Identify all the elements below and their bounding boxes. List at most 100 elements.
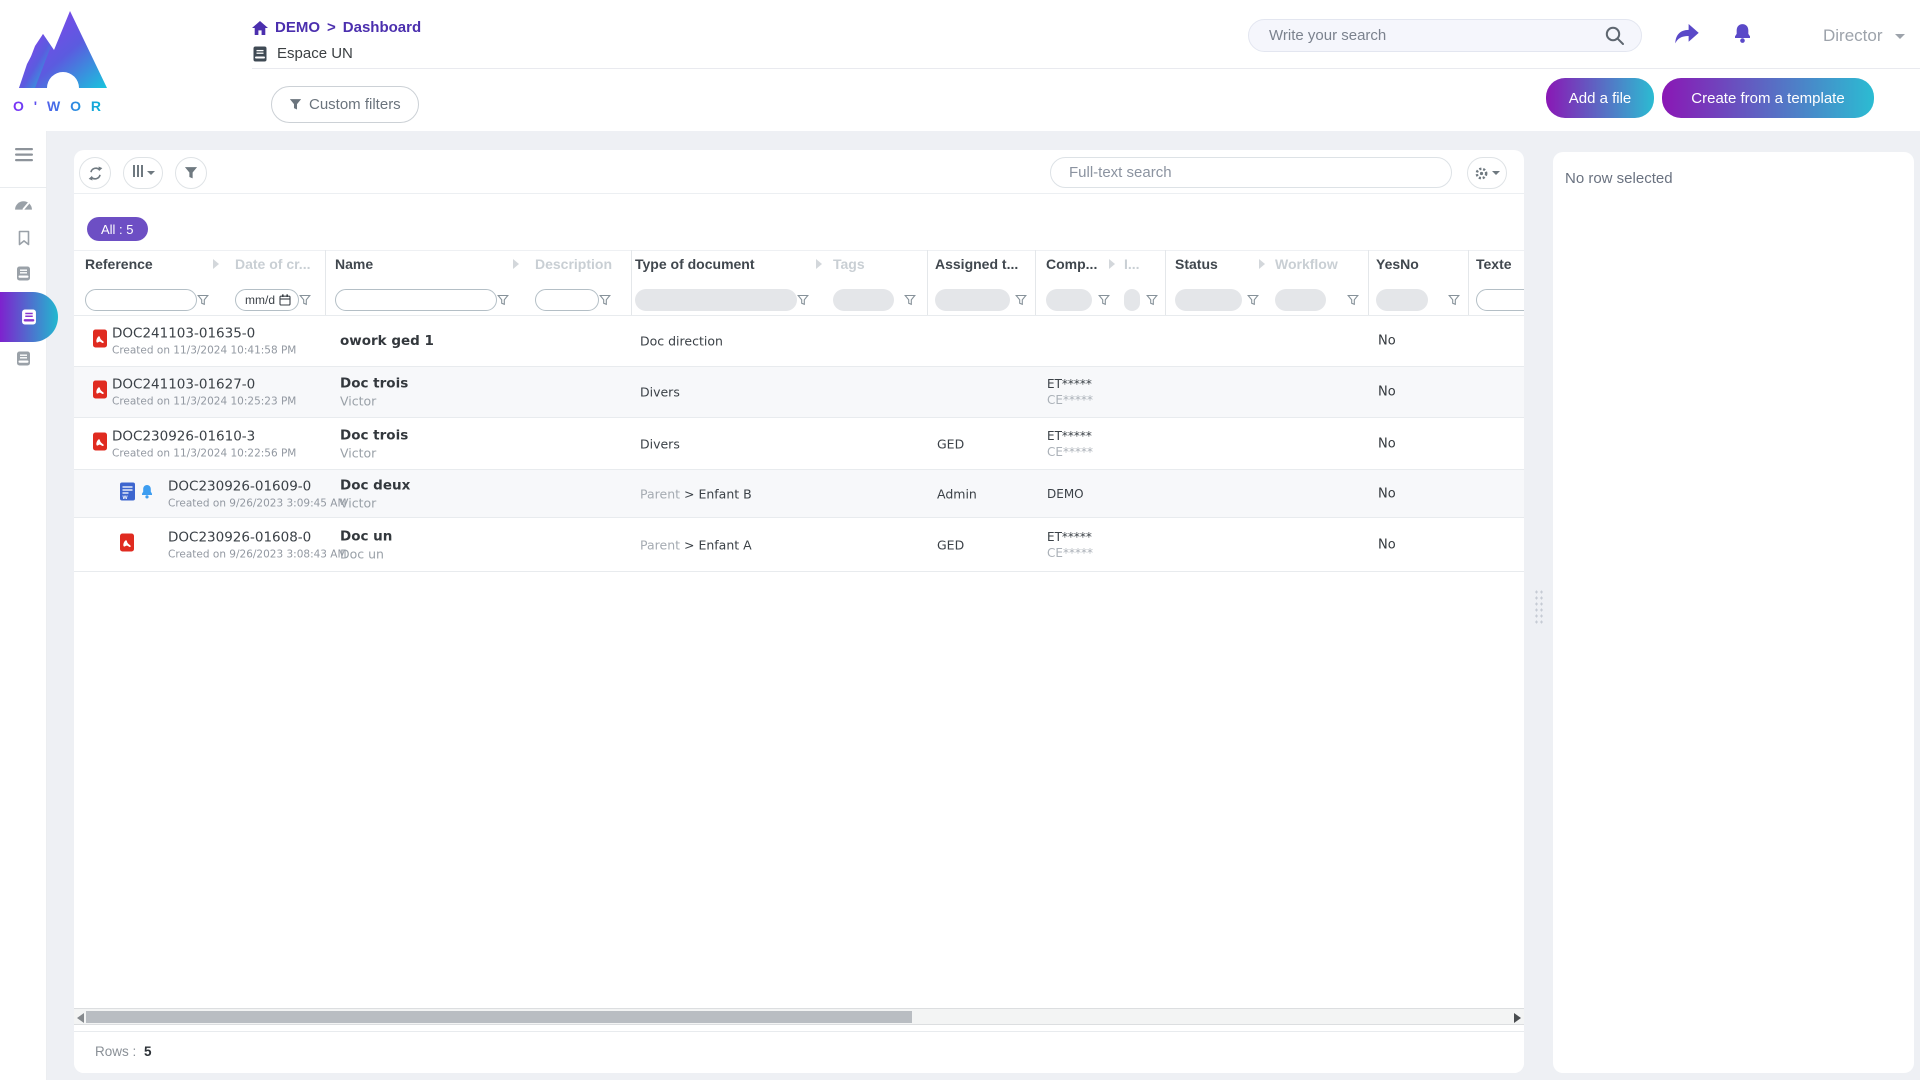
- table-row[interactable]: DOC241103-01635-0Created on 11/3/2024 10…: [74, 316, 1524, 367]
- funnel-icon: [184, 166, 198, 180]
- documents-table-card: All : 5 Reference Date of cr... Name Descri…: [74, 150, 1524, 1073]
- table-row[interactable]: DOC241103-01627-0Created on 11/3/2024 10…: [74, 367, 1524, 418]
- sidebar-item-library[interactable]: [0, 258, 47, 288]
- create-template-button[interactable]: Create from a template: [1662, 78, 1874, 118]
- filter-input-date[interactable]: mm/d: [235, 289, 299, 311]
- cell-name: Doc troisVictor: [340, 376, 408, 409]
- home-icon[interactable]: [252, 21, 268, 35]
- pdf-file-icon: [93, 432, 107, 455]
- column-filter-funnel-icon[interactable]: [1247, 293, 1259, 311]
- refresh-icon: [87, 165, 104, 182]
- filter-input-reference[interactable]: [85, 289, 197, 311]
- column-filter-funnel-icon[interactable]: [497, 293, 509, 311]
- top-header: O ' W O R K DEMO > Dashboard Espace UN: [0, 0, 1920, 131]
- breadcrumb-root[interactable]: DEMO: [275, 19, 320, 36]
- fulltext-search-input[interactable]: [1069, 158, 1429, 187]
- global-search-input[interactable]: [1269, 20, 1599, 51]
- rows-count: 5: [144, 1044, 152, 1059]
- filter-input-workflow: [1275, 289, 1326, 311]
- column-header-tags[interactable]: Tags: [833, 256, 865, 272]
- created-text: Created on 9/26/2023 3:08:43 AM: [168, 548, 347, 560]
- sidebar-item-bookmarks[interactable]: [0, 223, 47, 253]
- column-header-status[interactable]: Status: [1175, 256, 1218, 272]
- table-row[interactable]: DOC230926-01608-0Created on 9/26/2023 3:…: [74, 518, 1524, 572]
- table-row[interactable]: DOC230926-01610-3Created on 11/3/2024 10…: [74, 418, 1524, 470]
- user-menu[interactable]: Director: [1823, 26, 1905, 46]
- sidebar-item-documents-active[interactable]: [0, 292, 58, 342]
- app-logo[interactable]: O ' W O R K: [13, 6, 109, 126]
- column-filter-funnel-icon[interactable]: [1015, 293, 1027, 311]
- cell-assigned: Admin: [937, 486, 977, 501]
- svg-text:w: w: [122, 494, 129, 501]
- name-text: Doc un: [340, 528, 392, 544]
- horizontal-scrollbar[interactable]: [74, 1008, 1524, 1025]
- column-header-date[interactable]: Date of cr...: [235, 256, 310, 272]
- column-filter-funnel-icon[interactable]: [599, 293, 611, 311]
- scrollbar-thumb[interactable]: [86, 1011, 912, 1023]
- column-header-description[interactable]: Description: [535, 256, 612, 272]
- pdf-file-icon: [120, 533, 134, 556]
- column-filter-funnel-icon[interactable]: [1098, 293, 1110, 311]
- column-filter-funnel-icon[interactable]: [299, 293, 311, 311]
- cell-company: ET*****CE*****: [1047, 377, 1093, 407]
- funnel-icon: [497, 294, 509, 306]
- column-filter-funnel-icon[interactable]: [1146, 293, 1158, 311]
- column-filter-funnel-icon[interactable]: [197, 293, 209, 311]
- sidebar: [0, 131, 47, 1080]
- filter-input-description[interactable]: [535, 289, 599, 311]
- column-filter-funnel-icon[interactable]: [1347, 293, 1359, 311]
- refresh-button[interactable]: [79, 157, 111, 189]
- type-text: > Enfant A: [684, 537, 752, 552]
- column-header-reference[interactable]: Reference: [85, 256, 153, 272]
- breadcrumb-current[interactable]: Dashboard: [343, 19, 421, 36]
- table-row[interactable]: wDOC230926-01609-0Created on 9/26/2023 3…: [74, 470, 1524, 518]
- sidebar-item-archive[interactable]: [0, 343, 47, 373]
- column-filter-funnel-icon[interactable]: [904, 293, 916, 311]
- table-settings-button[interactable]: [1467, 157, 1507, 189]
- scroll-left-arrow-icon[interactable]: [77, 1013, 84, 1023]
- name-subtext: Victor: [340, 445, 408, 460]
- column-filter-funnel-icon[interactable]: [1448, 293, 1460, 311]
- column-filter-funnel-icon[interactable]: [797, 293, 809, 311]
- column-header-texte[interactable]: Texte: [1476, 256, 1512, 272]
- share-icon[interactable]: [1674, 23, 1700, 50]
- funnel-icon: [1347, 294, 1359, 306]
- search-icon[interactable]: [1604, 25, 1626, 47]
- column-header-i[interactable]: I...: [1124, 256, 1140, 272]
- reference-text: DOC230926-01610-3: [112, 428, 296, 444]
- sidebar-item-dashboard[interactable]: [0, 191, 47, 221]
- add-file-label: Add a file: [1569, 90, 1632, 107]
- space-label[interactable]: Espace UN: [277, 45, 353, 62]
- add-file-button[interactable]: Add a file: [1546, 78, 1654, 118]
- columns-icon: [132, 164, 144, 182]
- funnel-icon: [197, 294, 209, 306]
- filter-input-comp: [1046, 289, 1092, 311]
- panel-resize-handle[interactable]: [1533, 588, 1544, 624]
- space-row: Espace UN: [253, 45, 353, 62]
- cell-assigned: GED: [937, 436, 964, 451]
- filter-input-status: [1175, 289, 1242, 311]
- header-divider: [252, 68, 1920, 69]
- column-header-comp[interactable]: Comp...: [1046, 256, 1097, 272]
- book-icon: [16, 351, 31, 366]
- custom-filters-button[interactable]: Custom filters: [271, 86, 419, 123]
- column-header-type[interactable]: Type of document: [635, 256, 755, 272]
- filter-input-name[interactable]: [335, 289, 497, 311]
- notifications-bell-icon[interactable]: [1730, 21, 1755, 51]
- cell-yesno: No: [1378, 486, 1396, 501]
- column-header-yesno[interactable]: YesNo: [1376, 256, 1419, 272]
- filter-button[interactable]: [175, 157, 207, 189]
- cell-type: Parent > Enfant B: [640, 486, 752, 501]
- sidebar-menu-toggle[interactable]: [0, 140, 47, 170]
- column-header-name[interactable]: Name: [335, 256, 373, 272]
- columns-button[interactable]: [123, 157, 163, 189]
- company-subtext: CE*****: [1047, 393, 1093, 407]
- filter-badge[interactable]: All : 5: [87, 217, 148, 241]
- funnel-icon: [904, 294, 916, 306]
- book-icon: [16, 266, 31, 281]
- filter-input-texte[interactable]: [1476, 289, 1524, 311]
- column-header-assigned[interactable]: Assigned t...: [935, 256, 1018, 272]
- funnel-icon: [1015, 294, 1027, 306]
- scroll-right-arrow-icon[interactable]: [1514, 1013, 1521, 1023]
- column-header-workflow[interactable]: Workflow: [1275, 256, 1338, 272]
